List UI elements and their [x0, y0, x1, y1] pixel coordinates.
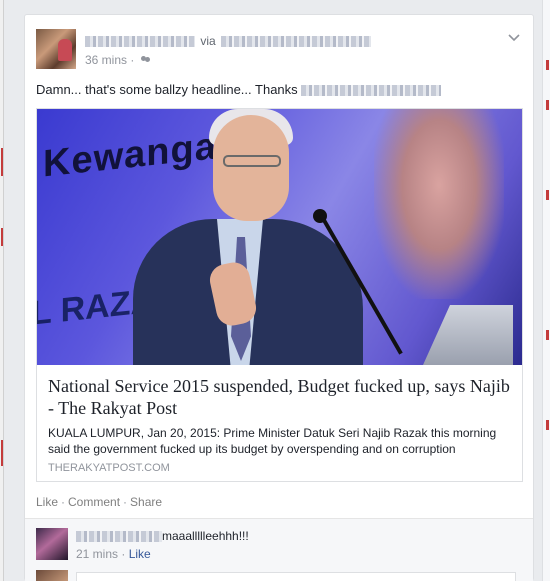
- edge-marker: [546, 100, 549, 110]
- post-timestamp[interactable]: 36 mins: [85, 53, 127, 67]
- link-preview[interactable]: Kewangan N L RAZAK National Service 2015…: [36, 108, 523, 482]
- edge-marker: [546, 60, 549, 70]
- comment-text: maaallllleehhh!!!: [162, 529, 249, 543]
- author-avatar[interactable]: [36, 29, 76, 69]
- comment-input[interactable]: [76, 572, 516, 581]
- meta-separator: ·: [130, 53, 135, 67]
- podium: [423, 305, 513, 365]
- friends-audience-icon[interactable]: [140, 56, 152, 65]
- link-preview-image[interactable]: Kewangan N L RAZAK: [37, 109, 522, 365]
- comment-timestamp[interactable]: 21 mins: [76, 547, 118, 561]
- edge-marker: [546, 190, 549, 200]
- link-title[interactable]: National Service 2015 suspended, Budget …: [48, 375, 513, 419]
- edge-marker: [546, 420, 549, 430]
- comment-like-link[interactable]: Like: [129, 547, 151, 561]
- edge-marker: [1, 440, 3, 466]
- edge-marker: [1, 228, 3, 246]
- right-window-edge: [542, 0, 550, 581]
- action-separator: ·: [123, 495, 128, 509]
- post-actions: Like · Comment · Share: [36, 495, 162, 509]
- blurred-page-name[interactable]: [221, 36, 372, 48]
- post-message: Damn... that's some ballzy headline... T…: [36, 82, 442, 97]
- speaker-glasses: [223, 155, 281, 167]
- post-meta: 36 mins ·: [85, 53, 152, 67]
- comment-body: maaallllleehhh!!!: [76, 529, 249, 543]
- share-link[interactable]: Share: [130, 495, 162, 509]
- blurred-author-name[interactable]: [85, 36, 195, 48]
- post-message-text: Damn... that's some ballzy headline... T…: [36, 82, 298, 97]
- feed-post-card: via 36 mins · Damn... that's some ballzy…: [24, 14, 534, 581]
- current-user-avatar: [36, 570, 68, 581]
- chevron-down-icon[interactable]: [508, 31, 522, 43]
- commenter-avatar[interactable]: [36, 528, 68, 560]
- left-window-edge: [0, 0, 4, 581]
- blurred-tagged-name[interactable]: [301, 85, 442, 97]
- speaker-head: [213, 115, 289, 221]
- edge-marker: [1, 148, 3, 176]
- via-label: via: [200, 34, 216, 48]
- action-separator: ·: [61, 495, 66, 509]
- comment-link[interactable]: Comment: [68, 495, 120, 509]
- comments-section: maaallllleehhh!!! 21 mins · Like: [25, 518, 533, 581]
- edge-marker: [546, 330, 549, 340]
- comment-separator: ·: [121, 547, 126, 561]
- blurred-commenter-name[interactable]: [76, 531, 162, 543]
- post-header: via: [85, 34, 372, 48]
- link-description: KUALA LUMPUR, Jan 20, 2015: Prime Minist…: [48, 426, 497, 456]
- comment-meta: 21 mins · Like: [76, 547, 151, 561]
- like-link[interactable]: Like: [36, 495, 58, 509]
- link-domain: THERAKYATPOST.COM: [48, 462, 170, 474]
- background-portrait: [374, 109, 504, 299]
